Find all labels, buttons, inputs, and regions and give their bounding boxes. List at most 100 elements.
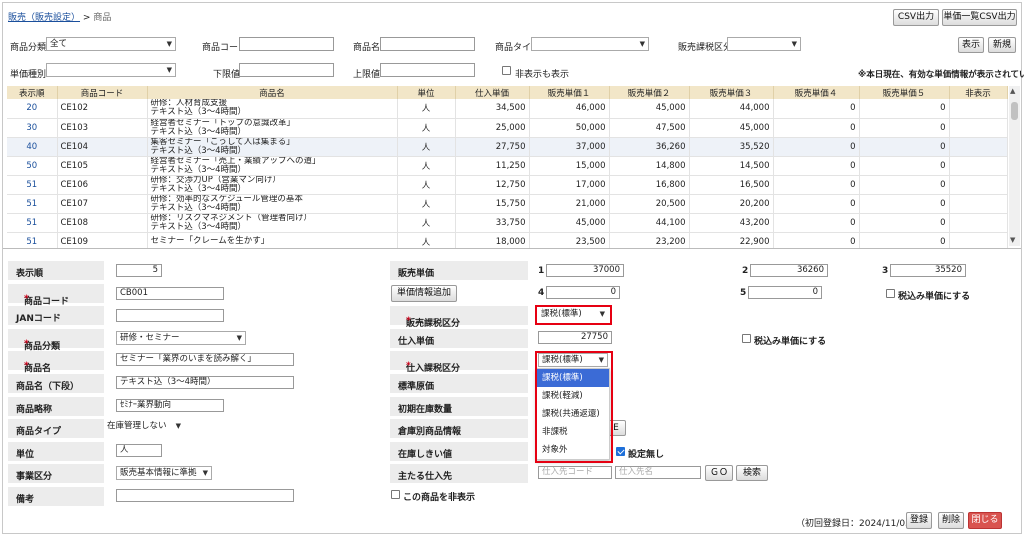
filter-price-type-select[interactable]: ▼ [46,63,176,77]
price3-input[interactable]: 35520 [890,264,966,277]
header-hidden[interactable]: 非表示 [949,86,1008,99]
row-price1: 37,000 [529,137,610,157]
scroll-thumb[interactable] [1011,102,1018,120]
hidden-items-checkbox[interactable] [502,66,511,75]
filter-code-input[interactable] [239,37,334,51]
row-order[interactable]: 20 [7,99,58,119]
scroll-up-icon[interactable]: ▲ [1010,87,1015,95]
show-button[interactable]: 表示 [958,37,984,53]
jan-input[interactable] [116,309,224,322]
category-select[interactable]: 研修・セミナー ▼ [116,331,246,345]
order-input[interactable]: 5 [116,264,162,277]
threshold-label-cell: 在庫しきい値 [390,442,528,461]
table-row[interactable]: 51 CE106 研修：交渉力UP（営業マン向け） テキスト込（3～4時間） 人 … [7,175,1008,195]
save-button[interactable]: 登録 [906,512,932,529]
row-order[interactable]: 30 [7,118,58,138]
supplier-search-button[interactable]: 検索 [736,465,768,481]
header-name[interactable]: 商品名 [147,86,398,99]
code-input[interactable]: CB001 [116,287,224,300]
price-slot-4: 4 [538,288,545,298]
breadcrumb-parent-link[interactable]: 販売（販売設定） [8,13,80,23]
hide-product-checkbox[interactable] [391,490,400,499]
row-hidden [949,213,1008,233]
unit-input[interactable]: 人 [116,444,162,457]
row-order[interactable]: 50 [7,156,58,176]
row-order[interactable]: 40 [7,137,58,157]
close-button[interactable]: 閉じる [968,512,1002,529]
name-input[interactable]: セミナー「業界のいまを読み解く」 [116,353,294,366]
header-price1[interactable]: 販売単価１ [529,86,610,99]
scroll-down-icon[interactable]: ▼ [1010,236,1015,244]
row-price2: 47,500 [609,118,690,138]
type-label-cell: 商品タイプ [8,419,104,438]
header-price2[interactable]: 販売単価２ [609,86,690,99]
table-row[interactable]: 20 CE102 研修：人材育成支援 テキスト込（3～4時間） 人 34,500 … [7,99,1008,119]
filter-upper-label: 上限値 [353,70,381,80]
header-unit[interactable]: 単位 [397,86,456,99]
row-order[interactable]: 51 [7,194,58,214]
chevron-down-icon: ▼ [202,469,208,477]
table-row[interactable]: 50 CE105 経営者セミナー「売上・業績アップへの道」 テキスト込（3～4時間… [7,156,1008,176]
type-select[interactable]: 在庫管理しない ▼ [104,420,184,434]
biz-select[interactable]: 販売基本情報に準拠 ▼ [116,466,212,480]
header-price4[interactable]: 販売単価４ [773,86,860,99]
supplier-name-input[interactable]: 仕入先名 [615,466,701,479]
row-order[interactable]: 51 [7,175,58,195]
memo-input[interactable] [116,489,294,502]
name2-label: 商品名（下段） [16,382,80,392]
row-price5: 0 [859,156,950,176]
cost-tax-incl-checkbox[interactable] [742,334,751,343]
table-scrollbar[interactable]: ▲ ▼ [1009,86,1020,246]
row-hidden [949,118,1008,138]
product-table: 表示順 商品コード 商品名 単位 仕入単価 販売単価１ 販売単価２ 販売単価３ … [7,86,1008,252]
price-slot-5: 5 [740,288,747,298]
row-order[interactable]: 51 [7,213,58,233]
header-cost[interactable]: 仕入単価 [455,86,530,99]
header-order[interactable]: 表示順 [7,86,58,99]
cost-input[interactable]: 27750 [538,331,612,344]
sales-tax-label-text: 販売課税区分 [406,319,461,329]
table-row[interactable]: 40 CE104 集客セミナー「こうして人は集まる」 テキスト込（3～4時間） 人… [7,137,1008,157]
unit-label: 単位 [16,450,35,460]
header-price5[interactable]: 販売単価５ [859,86,950,99]
no-setting-label: 設定無し [628,450,665,460]
no-setting-checkbox[interactable] [616,447,625,456]
delete-button[interactable]: 削除 [938,512,964,529]
price-slot-1: 1 [538,266,545,276]
table-row[interactable]: 30 CE103 経営者セミナー「トップの意識改革」 テキスト込（3～4時間） 人… [7,118,1008,138]
price5-input[interactable]: 0 [748,286,822,299]
price-label-cell: 販売単価 [390,261,528,280]
add-price-button[interactable]: 単価情報追加 [391,285,457,302]
table-row[interactable]: 51 CE107 研修：効率的なスケジュール管理の基本 テキスト込（3～4時間） … [7,194,1008,214]
filter-category-select[interactable]: 全て ▼ [46,37,176,51]
filter-name-input[interactable] [380,37,475,51]
new-button[interactable]: 新規 [988,37,1016,53]
name2-input[interactable]: テキスト込（3～4時間） [116,376,294,389]
row-hidden [949,194,1008,214]
row-price3: 43,200 [689,213,774,233]
tax-incl-checkbox[interactable] [886,289,895,298]
filter-upper-input[interactable] [380,63,475,77]
row-price1: 46,000 [529,99,610,119]
purchase-tax-highlight [535,351,613,463]
supplier-code-input[interactable]: 仕入先コード [538,466,612,479]
jan-label-cell: JANコード [8,306,104,325]
filter-lower-input[interactable] [239,63,334,77]
filter-tax-select[interactable]: ▼ [727,37,801,51]
header-code[interactable]: 商品コード [57,86,148,99]
row-price3: 14,500 [689,156,774,176]
row-price4: 0 [773,118,860,138]
go-button[interactable]: ＧＯ [705,465,733,481]
init-stock-label-cell: 初期在庫数量 [390,397,528,416]
csv-export-button[interactable]: CSV出力 [893,9,939,26]
table-row[interactable]: 51 CE108 研修：リスクマネジメント（管理者向け） テキスト込（3～4時間）… [7,213,1008,233]
price1-input[interactable]: 37000 [546,264,624,277]
price-csv-export-button[interactable]: 単価一覧CSV出力 [942,9,1017,26]
header-price3[interactable]: 販売単価３ [689,86,774,99]
short-name-input[interactable]: ｾﾐﾅｰ業界動向 [116,399,224,412]
price4-input[interactable]: 0 [546,286,620,299]
purchase-tax-label-cell: 仕入課税区分 * [390,351,528,374]
row-price2: 44,100 [609,213,690,233]
filter-type-select[interactable]: ▼ [531,37,649,51]
price2-input[interactable]: 36260 [750,264,828,277]
